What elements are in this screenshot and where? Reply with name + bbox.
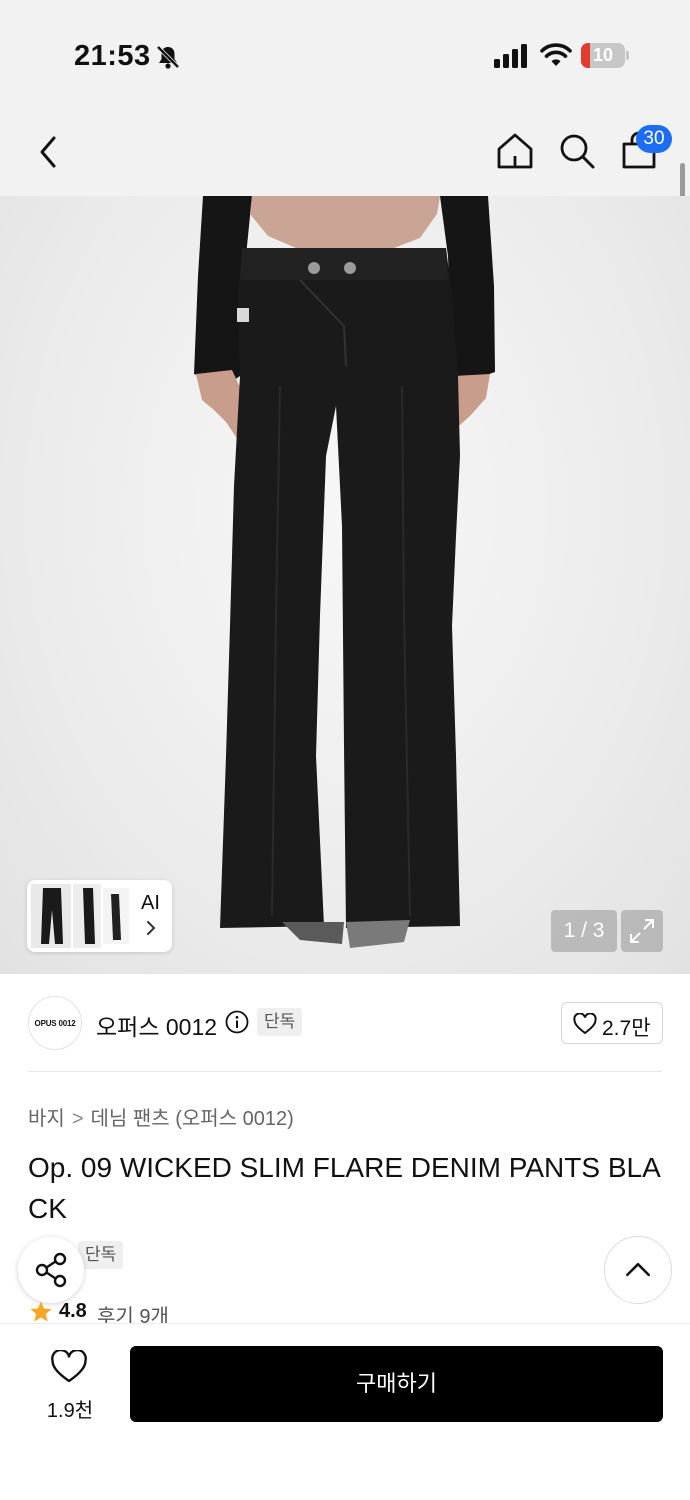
- ai-label: AI: [141, 892, 160, 914]
- brand-name[interactable]: 오퍼스 0012: [96, 1008, 217, 1042]
- battery-level: 10: [592, 45, 614, 65]
- rating-value: 4.8: [59, 1300, 87, 1322]
- heart-icon: [573, 1013, 597, 1035]
- thumbnail-images: [31, 884, 129, 948]
- wish-button[interactable]: 1.9천: [30, 1346, 110, 1426]
- back-chevron-icon[interactable]: [30, 132, 70, 172]
- brand-logo[interactable]: OPUS 0012: [28, 996, 82, 1050]
- ai-thumbnail-card[interactable]: AI: [27, 880, 172, 952]
- status-time: 21:53: [74, 40, 151, 72]
- signal-icon: [494, 44, 527, 68]
- image-counter: 1 / 3: [551, 910, 617, 952]
- battery-body: 10: [581, 43, 625, 68]
- product-photo: [194, 196, 495, 948]
- brand-row: OPUS 0012 오퍼스 0012 단독 2.7만: [0, 974, 690, 1072]
- battery-cap: [626, 51, 629, 60]
- chevron-up-icon[interactable]: [604, 1236, 672, 1304]
- buy-button[interactable]: 구매하기: [130, 1346, 663, 1422]
- home-icon[interactable]: [494, 130, 536, 172]
- info-icon[interactable]: [225, 1010, 249, 1034]
- star-icon: [30, 1301, 52, 1322]
- nav-bar: 30: [0, 110, 690, 196]
- breadcrumb-separator: >: [71, 1108, 84, 1130]
- battery-icon: 10: [581, 43, 629, 68]
- wifi-icon: [540, 43, 572, 66]
- breadcrumb: 바지 > 데님 팬츠 (오퍼스 0012): [28, 1102, 294, 1131]
- bottom-action-bar: 1.9천 구매하기: [0, 1323, 690, 1500]
- exclusive-badge: 단독: [257, 1008, 303, 1036]
- brand-like-count: 2.7만: [602, 1017, 651, 1040]
- divider: [28, 1071, 662, 1072]
- brand-like-button[interactable]: 2.7만: [561, 1002, 663, 1044]
- product-title: Op. 09 WICKED SLIM FLARE DENIM PANTS BLA…: [28, 1152, 661, 1224]
- bell-off-icon: [156, 45, 180, 69]
- breadcrumb-item-subcategory[interactable]: 데님 팬츠 (오퍼스 0012): [91, 1102, 294, 1131]
- cart-count-badge: 30: [636, 125, 672, 153]
- share-icon[interactable]: [18, 1237, 84, 1303]
- heart-icon: [51, 1350, 87, 1383]
- search-icon[interactable]: [556, 130, 598, 172]
- status-bar: 21:53 10: [0, 0, 690, 110]
- breadcrumb-item-category[interactable]: 바지: [28, 1102, 65, 1131]
- product-image-gallery[interactable]: AI 1 / 3: [0, 196, 690, 974]
- expand-icon[interactable]: [621, 910, 663, 952]
- chevron-right-icon: [147, 921, 156, 935]
- exclusive-tag: 단독: [78, 1241, 124, 1269]
- wish-count: 1.9천: [46, 1400, 94, 1422]
